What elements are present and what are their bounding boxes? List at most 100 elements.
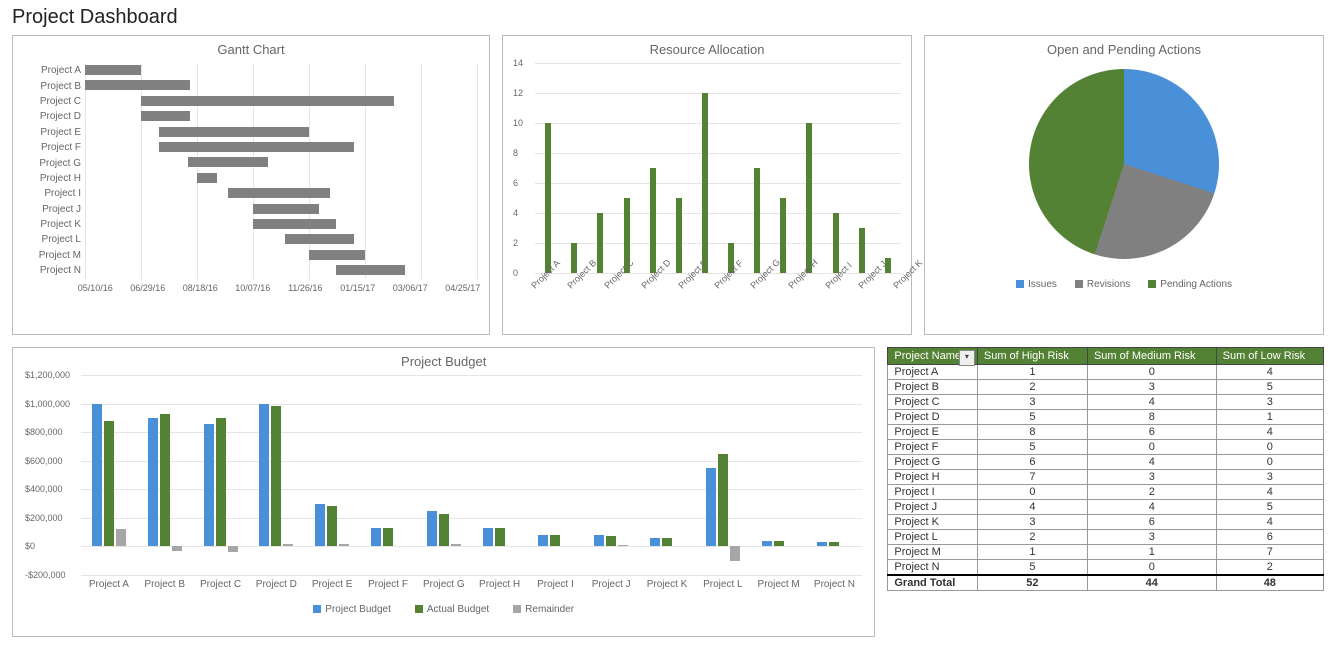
table-row[interactable]: Project E 8 6 4	[888, 425, 1324, 440]
risk-header-med[interactable]: Sum of Medium Risk	[1087, 348, 1216, 365]
budget-title: Project Budget	[13, 348, 874, 375]
budget-x-tick: Project H	[472, 579, 528, 590]
resource-y-tick: 4	[513, 208, 518, 218]
resource-y-tick: 0	[513, 268, 518, 278]
risk-cell-name: Project A	[888, 365, 978, 380]
gantt-x-tick: 05/10/16	[69, 283, 122, 293]
risk-cell-name: Project H	[888, 470, 978, 485]
gantt-x-tick: 11/26/16	[279, 283, 332, 293]
budget-bar	[315, 504, 325, 547]
risk-cell-low: 3	[1216, 470, 1323, 485]
budget-group	[137, 375, 193, 546]
risk-table: Project Name ▾ Sum of High Risk Sum of M…	[887, 347, 1324, 591]
legend-pending: Pending Actions	[1148, 279, 1232, 290]
risk-cell-high: 5	[977, 440, 1087, 455]
table-row[interactable]: Project K 3 6 4	[888, 515, 1324, 530]
gantt-row: Project M	[13, 248, 477, 263]
gantt-bar	[85, 65, 141, 75]
gantt-bar	[285, 234, 353, 244]
table-row[interactable]: Project J 4 4 5	[888, 500, 1324, 515]
budget-bar	[817, 542, 827, 546]
risk-header-high[interactable]: Sum of High Risk	[977, 348, 1087, 365]
resource-y-tick: 8	[513, 148, 518, 158]
resource-bar	[650, 168, 656, 273]
budget-bar	[172, 546, 182, 550]
table-row[interactable]: Project D 5 8 1	[888, 410, 1324, 425]
risk-table-body: Project A 1 0 4Project B 2 3 5Project C …	[888, 365, 1324, 591]
gantt-row-label: Project K	[13, 219, 85, 230]
budget-legend: Project Budget Actual Budget Remainder	[13, 604, 874, 615]
budget-bar	[383, 528, 393, 547]
gantt-row-label: Project G	[13, 158, 85, 169]
budget-y-tick: $1,000,000	[25, 399, 70, 409]
budget-x-axis: Project AProject BProject CProject DProj…	[81, 579, 862, 590]
table-row[interactable]: Project H 7 3 3	[888, 470, 1324, 485]
risk-cell-low: 4	[1216, 485, 1323, 500]
budget-x-tick: Project G	[416, 579, 472, 590]
budget-x-tick: Project A	[81, 579, 137, 590]
risk-header-name[interactable]: Project Name ▾	[888, 348, 978, 365]
risk-cell-low: 4	[1216, 425, 1323, 440]
budget-bar	[706, 468, 716, 547]
table-row[interactable]: Project N 5 0 2	[888, 560, 1324, 576]
resource-bar	[545, 123, 551, 273]
gantt-x-tick: 03/06/17	[384, 283, 437, 293]
table-row[interactable]: Project I 0 2 4	[888, 485, 1324, 500]
gantt-bar	[253, 219, 336, 229]
filter-dropdown-icon[interactable]: ▾	[959, 350, 975, 366]
risk-cell-high: 5	[977, 410, 1087, 425]
risk-cell-name: Project D	[888, 410, 978, 425]
budget-x-tick: Project D	[248, 579, 304, 590]
pie-legend: Issues Revisions Pending Actions	[1016, 279, 1232, 290]
gantt-bar	[197, 173, 217, 183]
table-row[interactable]: Project F 5 0 0	[888, 440, 1324, 455]
gantt-row: Project J	[13, 202, 477, 217]
gantt-row-label: Project I	[13, 188, 85, 199]
table-row[interactable]: Project G 6 4 0	[888, 455, 1324, 470]
resource-y-tick: 12	[513, 88, 523, 98]
risk-cell-name: Project N	[888, 560, 978, 576]
table-row[interactable]: Project M 1 1 7	[888, 545, 1324, 560]
risk-cell-name: Project E	[888, 425, 978, 440]
resource-bar	[833, 213, 839, 273]
budget-bar	[339, 544, 349, 547]
table-row[interactable]: Project C 3 4 3	[888, 395, 1324, 410]
table-row[interactable]: Project A 1 0 4	[888, 365, 1324, 380]
risk-cell-name: Project C	[888, 395, 978, 410]
risk-cell-name: Project B	[888, 380, 978, 395]
risk-cell-med: 4	[1087, 500, 1216, 515]
risk-cell-high: 3	[977, 395, 1087, 410]
gantt-row-label: Project M	[13, 250, 85, 261]
risk-cell-med: 3	[1087, 470, 1216, 485]
risk-cell-med: 3	[1087, 380, 1216, 395]
gantt-bar	[141, 111, 190, 121]
budget-x-tick: Project B	[137, 579, 193, 590]
budget-bar	[650, 538, 660, 547]
budget-bar	[829, 542, 839, 546]
risk-cell-name: Project I	[888, 485, 978, 500]
pie-wrap: Issues Revisions Pending Actions	[925, 63, 1323, 290]
budget-group	[472, 375, 528, 546]
budget-bar	[283, 544, 293, 547]
budget-x-tick: Project I	[528, 579, 584, 590]
risk-header-low[interactable]: Sum of Low Risk	[1216, 348, 1323, 365]
resource-bar	[859, 228, 865, 273]
table-row[interactable]: Project L 2 3 6	[888, 530, 1324, 545]
budget-bar	[427, 511, 437, 547]
legend-issues: Issues	[1016, 279, 1057, 290]
gantt-x-tick: 08/18/16	[174, 283, 227, 293]
budget-bar	[327, 506, 337, 546]
risk-cell-high: 1	[977, 365, 1087, 380]
budget-y-tick: $800,000	[25, 427, 63, 437]
budget-group	[248, 375, 304, 546]
top-row: Gantt Chart Project AProject BProject CP…	[12, 35, 1324, 335]
gantt-row-label: Project E	[13, 127, 85, 138]
budget-bar	[160, 414, 170, 547]
budget-bar-groups	[81, 375, 862, 546]
budget-y-tick: $600,000	[25, 456, 63, 466]
risk-cell-med: 3	[1087, 530, 1216, 545]
risk-cell-high: 4	[977, 500, 1087, 515]
table-row[interactable]: Project B 2 3 5	[888, 380, 1324, 395]
gantt-bar	[159, 142, 354, 152]
gantt-row-label: Project B	[13, 81, 85, 92]
